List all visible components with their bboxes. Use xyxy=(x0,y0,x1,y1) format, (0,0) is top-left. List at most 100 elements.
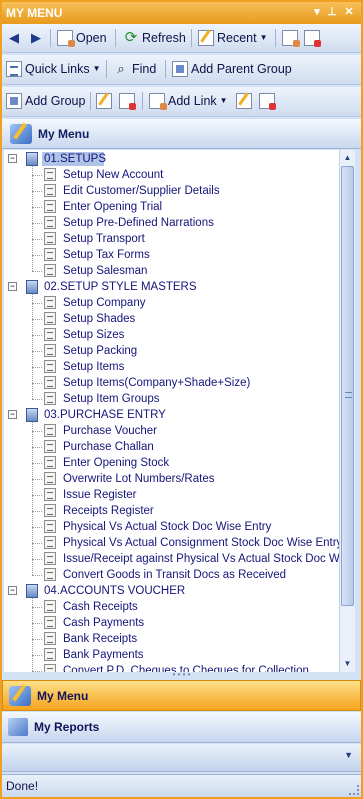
open-button[interactable]: Open xyxy=(57,28,107,48)
tree-item[interactable]: Physical Vs Actual Stock Doc Wise Entry xyxy=(4,519,339,535)
dropdown-icon[interactable]: ▾ xyxy=(310,4,324,20)
tree-group[interactable]: − 01.SETUPS xyxy=(4,151,339,167)
edit-group-button[interactable] xyxy=(96,91,112,111)
tree-item-label: Setup Sizes xyxy=(63,329,125,341)
tree-item[interactable]: Purchase Voucher xyxy=(4,423,339,439)
menu-window: MY MENU ▾ ⊥ ✕ ◀ ▶ Open ⟳ Refresh Recent ▼ … xyxy=(0,0,363,799)
tree-item[interactable]: Convert P.D. Cheques to Cheques for Coll… xyxy=(4,663,339,672)
collapse-icon[interactable]: − xyxy=(8,282,17,291)
form-icon xyxy=(44,344,56,357)
arrow-left-icon: ◀ xyxy=(9,30,19,45)
tree-group[interactable]: − 02.SETUP STYLE MASTERS xyxy=(4,279,339,295)
quick-links-dropdown[interactable]: Quick Links ▼ xyxy=(6,59,101,79)
delete-link-button[interactable] xyxy=(259,91,276,111)
tree-group[interactable]: − 03.PURCHASE ENTRY xyxy=(4,407,339,423)
collapse-icon[interactable]: − xyxy=(8,154,17,163)
form-icon xyxy=(44,600,56,613)
tree-item[interactable]: Setup Tax Forms xyxy=(4,247,339,263)
add-item-button[interactable] xyxy=(282,28,300,48)
recent-dropdown[interactable]: Recent ▼ xyxy=(198,28,268,48)
tree-item[interactable]: Edit Customer/Supplier Details xyxy=(4,183,339,199)
collapse-icon[interactable]: − xyxy=(8,410,17,419)
vertical-scrollbar[interactable]: ▲ ▼ xyxy=(339,150,355,672)
nav-my-reports[interactable]: My Reports xyxy=(2,712,361,743)
add-group-icon xyxy=(6,93,22,109)
tree-guide xyxy=(32,527,42,528)
binoculars-icon: ⌕ xyxy=(117,61,125,76)
menu-tree: − 01.SETUPS Setup New Account Edit Customer… xyxy=(4,150,339,672)
add-parent-group-button[interactable]: Add Parent Group xyxy=(172,59,292,79)
open-icon xyxy=(57,30,75,47)
tree-item[interactable]: Bank Payments xyxy=(4,647,339,663)
tree-item-label: Setup Tax Forms xyxy=(63,249,150,261)
add-group-button[interactable]: Add Group xyxy=(6,91,85,111)
tree-item[interactable]: Setup Shades xyxy=(4,311,339,327)
tree-item[interactable]: Cash Receipts xyxy=(4,599,339,615)
tree-item[interactable]: Purchase Challan xyxy=(4,439,339,455)
tree-guide xyxy=(32,543,42,544)
forward-button[interactable]: ▶ xyxy=(28,28,44,48)
my-menu-icon xyxy=(10,123,32,144)
tree-item-label: Bank Payments xyxy=(63,649,144,661)
tree-item[interactable]: Setup Items(Company+Shade+Size) xyxy=(4,375,339,391)
tree-item[interactable]: Overwrite Lot Numbers/Rates xyxy=(4,471,339,487)
tree-item[interactable]: Setup Packing xyxy=(4,343,339,359)
separator xyxy=(115,29,116,47)
form-icon xyxy=(44,232,56,245)
toolbar-links: Quick Links ▼ ⌕ Find Add Parent Group xyxy=(2,55,361,85)
form-icon xyxy=(44,488,56,501)
tree-item[interactable]: Issue/Receipt against Physical Vs Actual… xyxy=(4,551,339,567)
tree-item[interactable]: Setup Sizes xyxy=(4,327,339,343)
tree-item[interactable]: Enter Opening Stock xyxy=(4,455,339,471)
parent-group-icon xyxy=(172,61,188,77)
nav-my-menu[interactable]: My Menu xyxy=(2,680,361,711)
form-icon xyxy=(44,296,56,309)
tree-item[interactable]: Setup Items xyxy=(4,359,339,375)
tree-item-label: Issue/Receipt against Physical Vs Actual… xyxy=(63,553,339,565)
delete-group-button[interactable] xyxy=(119,91,136,111)
tree-item[interactable]: Bank Receipts xyxy=(4,631,339,647)
tree-item[interactable]: Receipts Register xyxy=(4,503,339,519)
tree-item[interactable]: Setup Company xyxy=(4,295,339,311)
back-button[interactable]: ◀ xyxy=(6,28,22,48)
tree-item[interactable]: Setup Salesman xyxy=(4,263,339,279)
tree-item[interactable]: Cash Payments xyxy=(4,615,339,631)
nav-overflow[interactable]: ▼ xyxy=(2,744,361,772)
tree-item-label: Cash Receipts xyxy=(63,601,138,613)
tree-item[interactable]: Setup Item Groups xyxy=(4,391,339,407)
close-icon[interactable]: ✕ xyxy=(342,4,356,20)
tree-group[interactable]: − 04.ACCOUNTS VOUCHER xyxy=(4,583,339,599)
scroll-up-arrow-icon[interactable]: ▲ xyxy=(340,150,355,165)
form-icon xyxy=(44,616,56,629)
find-button[interactable]: ⌕ Find xyxy=(113,59,156,79)
status-bar: Done! xyxy=(2,774,361,797)
tree-item[interactable]: Issue Register xyxy=(4,487,339,503)
form-icon xyxy=(44,536,56,549)
tree-item-label: Setup Pre-Defined Narrations xyxy=(63,217,214,229)
form-icon xyxy=(44,648,56,661)
tree-guide xyxy=(32,239,42,240)
refresh-button[interactable]: ⟳ Refresh xyxy=(123,28,186,48)
form-icon xyxy=(44,664,56,672)
tree-item[interactable]: Setup New Account xyxy=(4,167,339,183)
tree-item[interactable]: Setup Transport xyxy=(4,231,339,247)
scroll-down-arrow-icon[interactable]: ▼ xyxy=(340,656,355,671)
folder-icon xyxy=(26,152,38,166)
collapse-icon[interactable]: − xyxy=(8,586,17,595)
tree-item[interactable]: Setup Pre-Defined Narrations xyxy=(4,215,339,231)
chevron-down-icon[interactable]: ▼ xyxy=(344,750,353,760)
form-icon xyxy=(44,392,56,405)
remove-item-button[interactable] xyxy=(304,28,321,48)
tree-item[interactable]: Physical Vs Actual Consignment Stock Doc… xyxy=(4,535,339,551)
tree-item[interactable]: Enter Opening Trial xyxy=(4,199,339,215)
scroll-thumb[interactable] xyxy=(341,166,354,606)
add-link-dropdown[interactable]: Add Link ▼ xyxy=(149,91,228,111)
pin-icon[interactable]: ⊥ xyxy=(325,4,339,20)
tree-guide xyxy=(32,575,42,576)
edit-link-button[interactable] xyxy=(236,91,252,111)
status-text: Done! xyxy=(6,779,39,793)
folder-icon xyxy=(26,584,38,598)
resize-grip-icon[interactable] xyxy=(349,785,359,795)
pane-splitter[interactable]: • • • • xyxy=(2,671,361,680)
tree-item[interactable]: Convert Goods in Transit Docs as Receive… xyxy=(4,567,339,583)
